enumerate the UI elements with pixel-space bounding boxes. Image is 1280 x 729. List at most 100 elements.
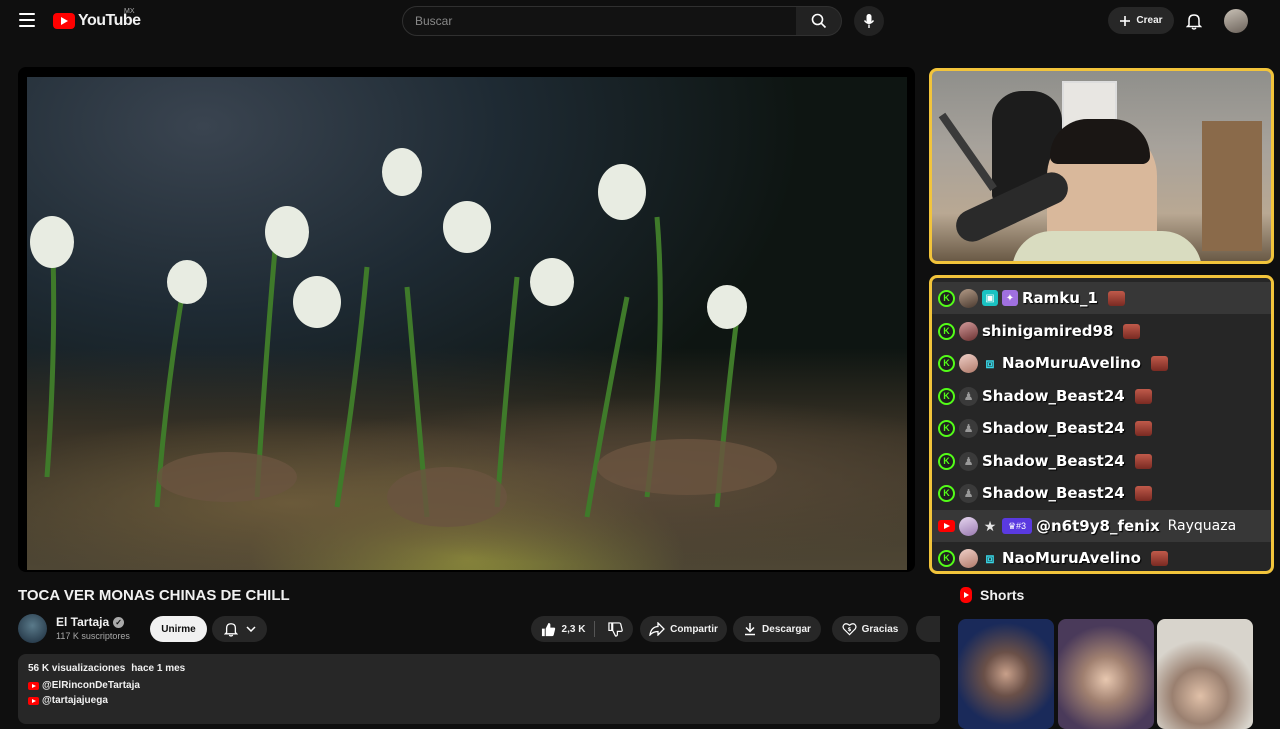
- account-avatar[interactable]: [1224, 9, 1248, 33]
- chat-avatar: [959, 288, 978, 308]
- download-button[interactable]: Descargar: [733, 616, 821, 642]
- like-dislike-group: 2,3 K: [531, 616, 633, 642]
- share-label: Compartir: [670, 623, 718, 635]
- youtube-icon: [28, 696, 39, 705]
- top-bar: YouTube MX Crear: [0, 0, 1280, 42]
- star-badge-icon: ★: [983, 517, 997, 534]
- chat-username: Shadow_Beast24: [982, 387, 1125, 405]
- thanks-button[interactable]: $ Gracias: [832, 616, 908, 642]
- share-icon: [649, 622, 666, 636]
- share-button[interactable]: Compartir: [640, 616, 727, 642]
- download-label: Descargar: [762, 623, 811, 635]
- heart-dollar-icon: $: [842, 623, 857, 636]
- search-input[interactable]: [403, 7, 796, 35]
- video-meta: 56 K visualizaciones hace 1 mes: [28, 663, 930, 674]
- kick-badge: K: [938, 289, 955, 307]
- kick-badge: K: [938, 484, 955, 502]
- chat-username: Shadow_Beast24: [982, 419, 1125, 437]
- chat-message: K shinigamired98: [932, 315, 1271, 347]
- youtube-logo[interactable]: YouTube MX: [53, 8, 141, 30]
- default-user-icon: ♟: [959, 451, 978, 471]
- kick-badge: K: [938, 322, 955, 340]
- chat-message: K ⧈ NaoMuruAvelino: [932, 542, 1271, 571]
- chat-emote: [1107, 290, 1125, 306]
- chat-username: shinigamired98: [982, 322, 1114, 340]
- bell-icon: [1186, 14, 1202, 30]
- chat-username: Shadow_Beast24: [982, 452, 1125, 470]
- kick-badge: K: [938, 354, 955, 372]
- chat-emote: [1134, 420, 1152, 436]
- gift-badge-icon: ✦: [1002, 290, 1018, 306]
- streamer-webcam: [929, 68, 1274, 264]
- youtube-icon: [28, 681, 39, 690]
- like-button[interactable]: 2,3 K: [541, 622, 585, 637]
- like-separator: [594, 621, 596, 637]
- thumbs-down-icon[interactable]: [608, 621, 624, 637]
- snowdrop-flowers: [30, 148, 777, 527]
- subscriber-badge-icon: ▣: [982, 290, 998, 306]
- stream-chat-overlay: K ▣ ✦ Ramku_1 K shinigamired98 K ⧈ NaoMu…: [929, 275, 1274, 574]
- default-user-icon: ♟: [959, 483, 978, 503]
- kick-badge: K: [938, 419, 955, 437]
- chat-avatar: [959, 548, 978, 568]
- webcam-furniture: [1202, 121, 1262, 251]
- microphone-icon: [863, 14, 875, 28]
- chat-avatar: [959, 516, 978, 536]
- notifications-button[interactable]: [1184, 11, 1204, 31]
- channel-name-text: El Tartaja: [56, 615, 110, 629]
- chat-emote: [1150, 355, 1168, 371]
- chat-emote: [1134, 388, 1152, 404]
- menu-icon[interactable]: [19, 13, 35, 27]
- svg-text:$: $: [847, 627, 851, 633]
- thumbs-up-icon: [541, 622, 555, 636]
- subscription-notifications-button[interactable]: [212, 616, 267, 642]
- chat-username: @n6t9y8_fenix: [1036, 517, 1160, 535]
- short-thumbnail[interactable]: [958, 619, 1054, 729]
- chat-emote: [1134, 485, 1152, 501]
- thanks-label: Gracias: [861, 623, 899, 635]
- more-actions-button[interactable]: [916, 616, 940, 642]
- search-box: [402, 6, 797, 36]
- chat-username: Ramku_1: [1022, 289, 1098, 307]
- search-button[interactable]: [796, 6, 842, 36]
- description-link[interactable]: @tartajajuega: [28, 695, 930, 706]
- member-crown-badge: ♛ #3: [1002, 518, 1032, 534]
- channel-name[interactable]: El Tartaja ✓: [56, 615, 125, 629]
- channel-link-text: @ElRinconDeTartaja: [42, 680, 140, 691]
- default-user-icon: ♟: [959, 386, 978, 406]
- crown-badge-text: #3: [1016, 521, 1027, 531]
- channel-avatar[interactable]: [18, 614, 47, 643]
- chat-username: NaoMuruAvelino: [1002, 354, 1141, 372]
- short-thumbnail[interactable]: [1058, 619, 1154, 729]
- description-link[interactable]: @ElRinconDeTartaja: [28, 680, 930, 691]
- upload-age: hace 1 mes: [131, 663, 186, 674]
- short-thumbnail[interactable]: [1157, 619, 1253, 729]
- webcam-shirt: [1012, 231, 1202, 261]
- webcam-hair: [1050, 119, 1150, 164]
- description-box[interactable]: 56 K visualizaciones hace 1 mes @ElRinco…: [18, 654, 940, 724]
- chat-message: ★ ♛ #3 @n6t9y8_fenix Rayquaza: [932, 510, 1271, 542]
- bell-icon: [223, 623, 238, 637]
- chat-username: Shadow_Beast24: [982, 484, 1125, 502]
- verified-icon: ✓: [113, 616, 125, 628]
- country-code: MX: [124, 8, 135, 15]
- plus-icon: [1120, 15, 1131, 26]
- youtube-play-icon: [53, 13, 75, 29]
- chat-avatar: [959, 321, 978, 341]
- shorts-icon: [960, 587, 972, 603]
- create-button[interactable]: Crear: [1108, 7, 1174, 34]
- view-count: 56 K visualizaciones: [28, 663, 126, 674]
- voice-search-button[interactable]: [854, 6, 884, 36]
- chat-message-text: Rayquaza: [1167, 518, 1237, 534]
- chat-username: NaoMuruAvelino: [1002, 549, 1141, 567]
- subscriber-badge-icon: ⧈: [985, 354, 995, 371]
- kick-badge: K: [938, 549, 955, 567]
- video-frame: [27, 77, 907, 570]
- join-button[interactable]: Unirme: [150, 616, 207, 642]
- chevron-down-icon: [245, 626, 256, 632]
- video-player[interactable]: [18, 67, 915, 572]
- chat-message: K ♟ Shadow_Beast24: [932, 477, 1271, 509]
- shorts-header: Shorts: [960, 587, 1024, 603]
- chat-message: K ♟ Shadow_Beast24: [932, 412, 1271, 444]
- channel-link-text: @tartajajuega: [42, 695, 108, 706]
